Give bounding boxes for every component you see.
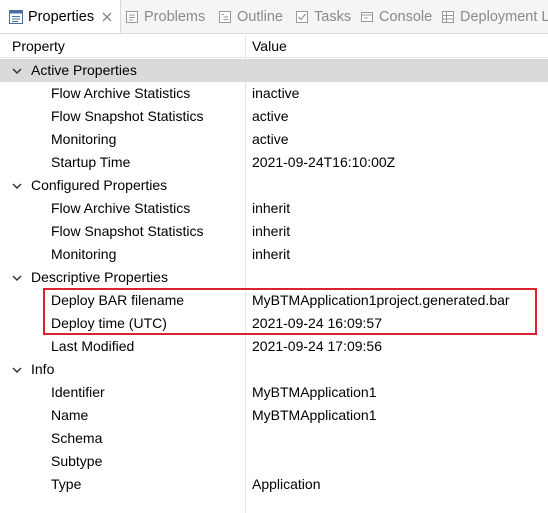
group-row-configured-properties[interactable]: Configured Properties (0, 174, 548, 197)
property-name: Deploy BAR filename (51, 292, 185, 308)
property-name: Deploy time (UTC) (51, 315, 167, 331)
property-name: Schema (51, 430, 103, 446)
table-row[interactable]: Deploy BAR filename MyBTMApplication1pro… (0, 289, 548, 312)
group-label: Info (31, 361, 55, 377)
property-name: Subtype (51, 453, 103, 469)
property-value: MyBTMApplication1 (252, 384, 377, 400)
tab-problems[interactable]: Problems (125, 0, 215, 33)
view-tab-bar: Properties Problems Outline Tasks Consol… (0, 0, 548, 34)
property-value: MyBTMApplication1 (252, 407, 377, 423)
column-header-property[interactable]: Property (12, 35, 65, 58)
property-tree: Active Properties Flow Archive Statistic… (0, 59, 548, 496)
tab-label: Console (379, 8, 433, 25)
table-row[interactable]: Name MyBTMApplication1 (0, 404, 548, 427)
property-value: 2021-09-24 17:09:56 (252, 338, 382, 354)
property-name: Type (51, 476, 82, 492)
property-value: MyBTMApplication1project.generated.bar (252, 292, 510, 308)
property-name: Flow Archive Statistics (51, 85, 191, 101)
table-row[interactable]: Flow Snapshot Statistics inherit (0, 220, 548, 243)
property-name: Flow Archive Statistics (51, 200, 191, 216)
property-value: inherit (252, 200, 291, 216)
properties-icon (9, 10, 23, 24)
table-row[interactable]: Flow Archive Statistics inherit (0, 197, 548, 220)
group-label: Active Properties (31, 62, 137, 78)
property-value: inherit (252, 246, 291, 262)
group-label: Configured Properties (31, 177, 168, 193)
tab-console[interactable]: Console (360, 0, 435, 33)
table-row[interactable]: Last Modified 2021-09-24 17:09:56 (0, 335, 548, 358)
table-row[interactable]: Type Application (0, 473, 548, 496)
chevron-down-icon[interactable] (11, 180, 23, 192)
property-value: inactive (252, 85, 300, 101)
property-value: 2021-09-24 16:09:57 (252, 315, 382, 331)
outline-icon (219, 10, 231, 23)
tab-label: Tasks (314, 8, 352, 25)
table-row[interactable]: Startup Time 2021-09-24T16:10:00Z (0, 151, 548, 174)
column-header-value[interactable]: Value (252, 35, 287, 58)
tab-tasks[interactable]: Tasks (295, 0, 355, 33)
property-name: Monitoring (51, 131, 117, 147)
tab-label: Properties (28, 9, 95, 25)
table-row[interactable]: Subtype (0, 450, 548, 473)
group-row-descriptive-properties[interactable]: Descriptive Properties (0, 266, 548, 289)
property-value: active (252, 131, 289, 147)
tab-deployment-log[interactable]: Deployment L (441, 0, 548, 33)
tab-label: Deployment L (460, 8, 548, 25)
property-value: inherit (252, 223, 291, 239)
property-name: Monitoring (51, 246, 117, 262)
property-name: Last Modified (51, 338, 135, 354)
chevron-down-icon[interactable] (11, 65, 23, 77)
table-row[interactable]: Schema (0, 427, 548, 450)
property-value: 2021-09-24T16:10:00Z (252, 154, 396, 170)
chevron-down-icon[interactable] (11, 364, 23, 376)
table-row[interactable]: Identifier MyBTMApplication1 (0, 381, 548, 404)
group-label: Descriptive Properties (31, 269, 168, 285)
table-row[interactable]: Deploy time (UTC) 2021-09-24 16:09:57 (0, 312, 548, 335)
close-icon[interactable] (101, 11, 113, 23)
property-value: Application (252, 476, 321, 492)
problems-icon (126, 10, 138, 23)
property-value: active (252, 108, 289, 124)
tasks-icon (296, 10, 308, 23)
table-row[interactable]: Monitoring inherit (0, 243, 548, 266)
property-name: Flow Snapshot Statistics (51, 108, 204, 124)
property-name: Startup Time (51, 154, 131, 170)
property-name: Identifier (51, 384, 105, 400)
table-row[interactable]: Monitoring active (0, 128, 548, 151)
table-header: Property Value (0, 35, 548, 58)
table-row[interactable]: Flow Snapshot Statistics active (0, 105, 548, 128)
table-row[interactable]: Flow Archive Statistics inactive (0, 82, 548, 105)
deployment-log-icon (442, 10, 454, 23)
tab-label: Problems (144, 8, 206, 25)
tab-properties[interactable]: Properties (0, 0, 121, 33)
console-icon (361, 11, 373, 22)
group-row-active-properties[interactable]: Active Properties (0, 59, 548, 82)
tab-label: Outline (237, 8, 283, 25)
property-name: Name (51, 407, 89, 423)
properties-view: Properties Problems Outline Tasks Consol… (0, 0, 548, 513)
chevron-down-icon[interactable] (11, 272, 23, 284)
group-row-info[interactable]: Info (0, 358, 548, 381)
property-name: Flow Snapshot Statistics (51, 223, 204, 239)
tab-outline[interactable]: Outline (218, 0, 288, 33)
